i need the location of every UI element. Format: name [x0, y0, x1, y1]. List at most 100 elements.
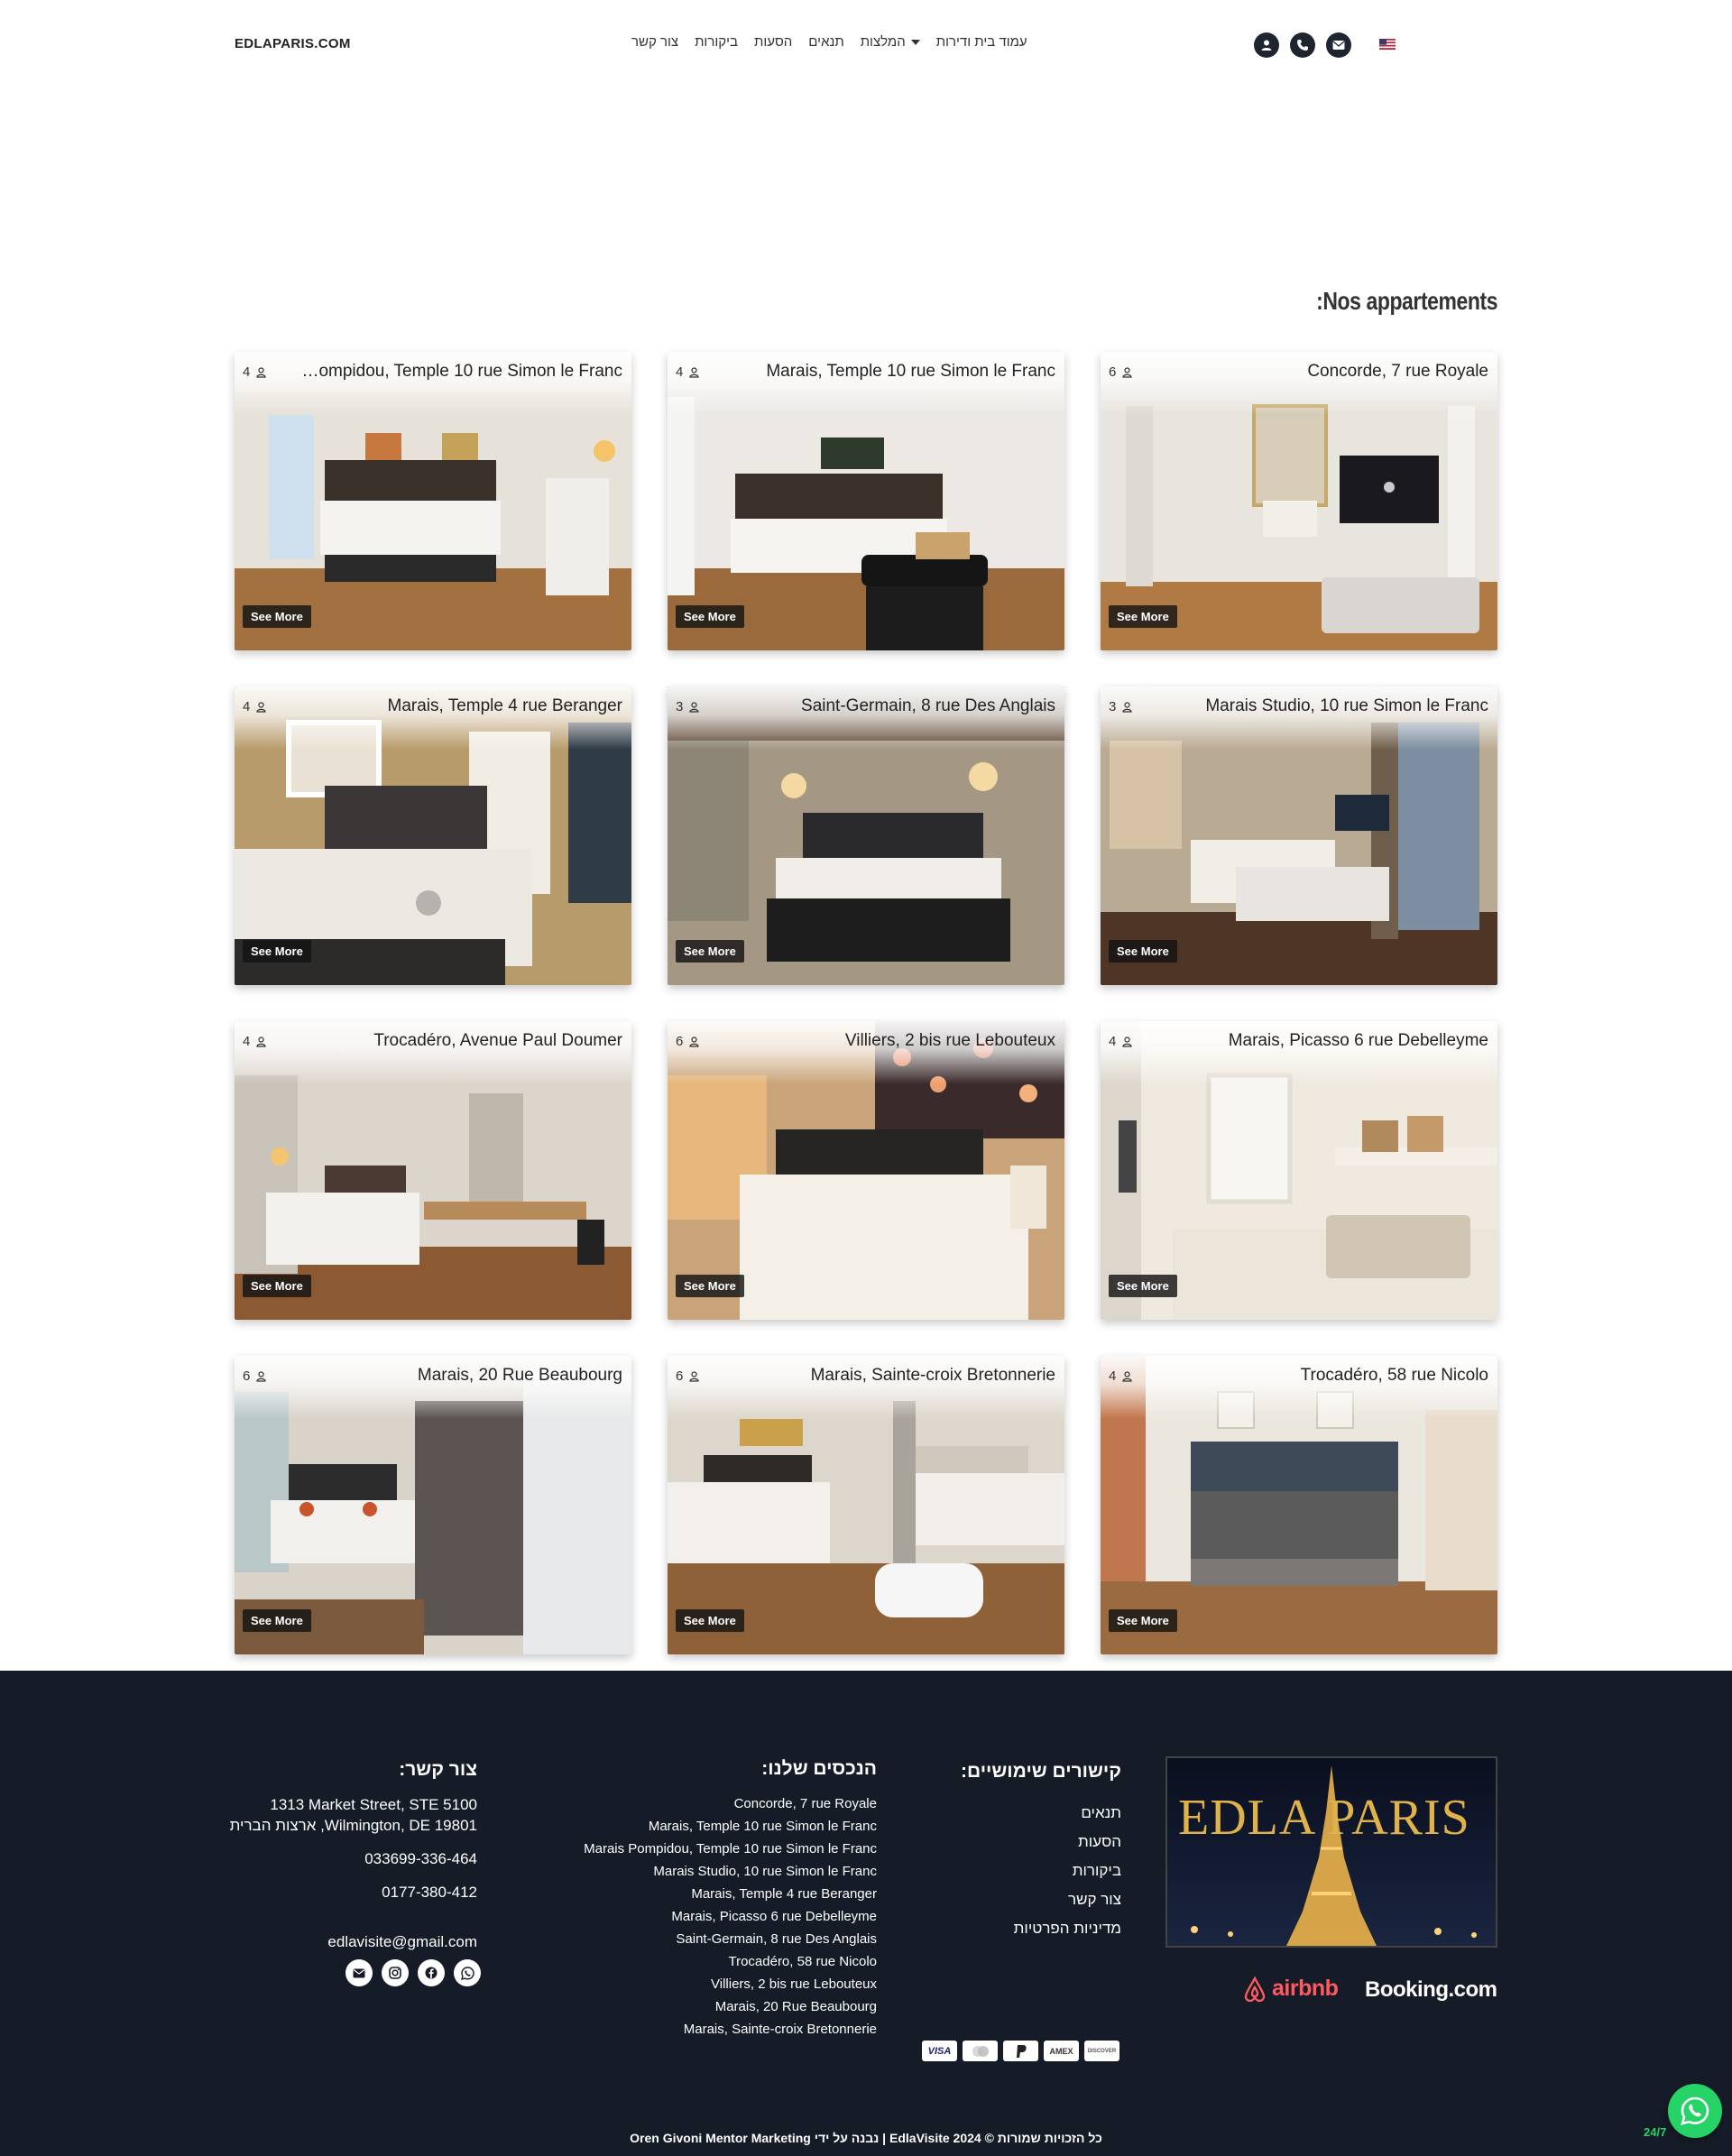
whatsapp-icon: [1681, 2096, 1709, 2125]
properties-title: הנכסים שלנו:: [761, 1758, 877, 1779]
edla-paris-logo: EDLA PARIS: [1165, 1756, 1497, 1948]
guests-icon: [689, 366, 699, 378]
nav-item-terms[interactable]: תנאים: [808, 34, 843, 50]
logo-text: EDLA PARIS: [1178, 1790, 1470, 1846]
see-more-button[interactable]: See More: [676, 1609, 744, 1632]
airbnb-logo[interactable]: airbnb: [1243, 1976, 1339, 2002]
guests-icon: [1122, 1036, 1132, 1047]
footer-property-link[interactable]: Marais Studio, 10 rue Simon le Franc: [534, 1860, 877, 1883]
capacity-value: 6: [1109, 364, 1117, 380]
apartment-card[interactable]: Saint-Germain, 8 rue Des Anglais 3 See M…: [668, 686, 1064, 985]
user-icon[interactable]: [1254, 32, 1279, 58]
footer-property-link[interactable]: Marais, Sainte-croix Bretonnerie: [534, 2018, 877, 2041]
apartment-title: Marais Studio, 10 rue Simon le Franc: [1205, 696, 1488, 715]
see-more-button[interactable]: See More: [1109, 940, 1177, 963]
see-more-button[interactable]: See More: [676, 605, 744, 628]
footer-property-link[interactable]: Concorde, 7 rue Royale: [534, 1792, 877, 1815]
whatsapp-float-button[interactable]: [1668, 2084, 1722, 2138]
apartment-card[interactable]: Marais Pompidou, Temple 10 rue Simon le …: [235, 352, 631, 650]
footer-property-link[interactable]: Trocadéro, 58 rue Nicolo: [534, 1950, 877, 1973]
apartments-grid: Concorde, 7 rue Royale 6 See More Marais…: [235, 352, 1497, 1654]
apartment-title: Marais, 20 Rue Beaubourg: [417, 1366, 622, 1385]
see-more-button[interactable]: See More: [243, 605, 311, 628]
capacity-value: 4: [243, 1034, 251, 1049]
payment-methods: VISA AMEX DISCOVER: [922, 2041, 1119, 2061]
capacity-value: 6: [676, 1368, 684, 1384]
footer-property-link[interactable]: Marais Pompidou, Temple 10 rue Simon le …: [534, 1838, 877, 1860]
capacity-value: 4: [243, 699, 251, 714]
booking-logo[interactable]: Booking.com: [1365, 1977, 1497, 2003]
apartment-card[interactable]: Marais, Picasso 6 rue Debelleyme 4 See M…: [1101, 1021, 1497, 1320]
capacity-value: 4: [676, 364, 684, 380]
see-more-button[interactable]: See More: [243, 940, 311, 963]
guests-icon: [1122, 701, 1132, 713]
capacity: 3: [1109, 699, 1132, 714]
footer-link-privacy[interactable]: מדיניות הפרטיות: [914, 1914, 1121, 1943]
facebook-icon[interactable]: [418, 1959, 445, 1986]
guests-icon: [1122, 366, 1132, 378]
brand-logo[interactable]: EDLAPARIS.COM: [235, 36, 351, 51]
social-icons: [345, 1959, 481, 1986]
apartment-card[interactable]: Marais, Temple 10 rue Simon le Franc 4 S…: [668, 352, 1064, 650]
see-more-button[interactable]: See More: [676, 1275, 744, 1297]
footer-property-link[interactable]: Villiers, 2 bis rue Lebouteux: [534, 1973, 877, 1995]
nav-label: תנאים: [808, 34, 844, 50]
footer-link-transfers[interactable]: הסעות: [914, 1828, 1121, 1857]
apartment-card[interactable]: Trocadéro, 58 rue Nicolo 4 See More: [1101, 1356, 1497, 1654]
capacity-value: 3: [1109, 699, 1117, 714]
airbnb-label: airbnb: [1272, 1976, 1339, 2001]
see-more-button[interactable]: See More: [1109, 605, 1177, 628]
footer-link-terms[interactable]: תנאים: [914, 1799, 1121, 1828]
footer-property-link[interactable]: Saint-Germain, 8 rue Des Anglais: [534, 1928, 877, 1950]
apartment-card[interactable]: Marais, Sainte-croix Bretonnerie 6 See M…: [668, 1356, 1064, 1654]
nav-item-reviews[interactable]: ביקורות: [695, 34, 738, 50]
footer-property-link[interactable]: Marais, Temple 10 rue Simon le Franc: [534, 1815, 877, 1838]
capacity: 3: [676, 699, 699, 714]
footer-property-link[interactable]: Marais, Picasso 6 rue Debelleyme: [534, 1905, 877, 1928]
see-more-button[interactable]: See More: [243, 1275, 311, 1297]
us-flag-icon[interactable]: [1379, 39, 1396, 50]
guests-icon: [256, 1370, 266, 1382]
footer-property-link[interactable]: Marais, 20 Rue Beaubourg: [534, 1995, 877, 2018]
email-link[interactable]: edlavisite@gmail.com: [225, 1932, 477, 1953]
capacity-value: 3: [676, 699, 684, 714]
guests-icon: [689, 1036, 699, 1047]
whatsapp-24-7-label: 24/7: [1644, 2125, 1667, 2139]
capacity: 4: [243, 364, 266, 380]
apartment-card[interactable]: Concorde, 7 rue Royale 6 See More: [1101, 352, 1497, 650]
nav-item-contact[interactable]: צור קשר: [631, 34, 678, 50]
mastercard-icon: [963, 2041, 998, 2061]
phone-2[interactable]: 0177-380-412: [225, 1883, 477, 1903]
apartment-card[interactable]: Marais, Temple 4 rue Beranger 4 See More: [235, 686, 631, 985]
apartment-card[interactable]: Marais Studio, 10 rue Simon le Franc 3 S…: [1101, 686, 1497, 985]
amex-icon: AMEX: [1044, 2041, 1079, 2061]
footer-link-contact[interactable]: צור קשר: [914, 1885, 1121, 1914]
envelope-icon[interactable]: [1326, 32, 1351, 58]
apartment-title: Saint-Germain, 8 rue Des Anglais: [801, 696, 1055, 715]
whatsapp-icon[interactable]: [454, 1959, 481, 1986]
capacity: 4: [676, 364, 699, 380]
main-nav: עמוד בית ודירות המלצות תנאים הסעות ביקור…: [631, 34, 1027, 50]
phone-icon[interactable]: [1290, 32, 1315, 58]
see-more-button[interactable]: See More: [676, 940, 744, 963]
nav-item-recommendations[interactable]: המלצות: [861, 34, 920, 50]
apartment-title: Trocadéro, Avenue Paul Doumer: [373, 1031, 622, 1050]
capacity: 4: [1109, 1368, 1132, 1384]
capacity-value: 6: [676, 1034, 684, 1049]
instagram-icon[interactable]: [382, 1959, 409, 1986]
apartment-card[interactable]: Villiers, 2 bis rue Lebouteux 6 See More: [668, 1021, 1064, 1320]
address-line-1: 1313 Market Street, STE 5100: [270, 1796, 477, 1814]
footer-property-link[interactable]: Marais, Temple 4 rue Beranger: [534, 1883, 877, 1905]
apartment-card[interactable]: Trocadéro, Avenue Paul Doumer 4 See More: [235, 1021, 631, 1320]
see-more-button[interactable]: See More: [1109, 1275, 1177, 1297]
apartment-card[interactable]: Marais, 20 Rue Beaubourg 6 See More: [235, 1356, 631, 1654]
nav-label: ביקורות: [695, 34, 738, 50]
see-more-button[interactable]: See More: [243, 1609, 311, 1632]
nav-item-transfers[interactable]: הסעות: [754, 34, 792, 50]
nav-item-home[interactable]: עמוד בית ודירות: [936, 34, 1027, 50]
envelope-icon[interactable]: [345, 1959, 373, 1986]
apartment-title: Concorde, 7 rue Royale: [1307, 362, 1488, 381]
see-more-button[interactable]: See More: [1109, 1609, 1177, 1632]
footer-link-reviews[interactable]: ביקורות: [914, 1857, 1121, 1885]
phone-1[interactable]: 033699-336-464: [225, 1849, 477, 1870]
